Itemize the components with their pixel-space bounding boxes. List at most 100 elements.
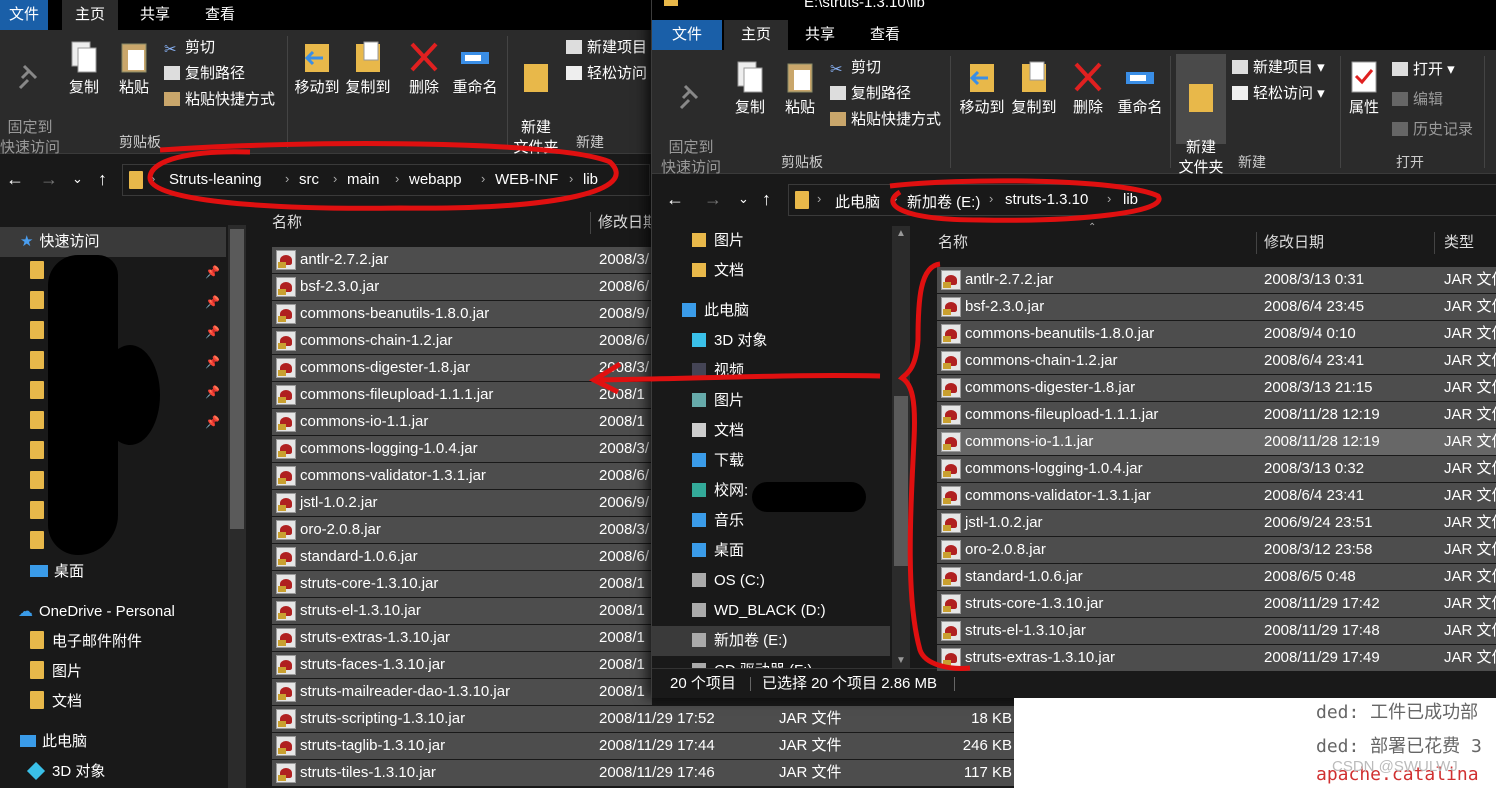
paste-button[interactable]: 粘贴 (778, 60, 822, 118)
rename-button[interactable]: 重命名 (450, 40, 500, 98)
copy-to-button[interactable]: 复制到 (343, 40, 393, 98)
paste-shortcut-button[interactable]: 粘贴快捷方式 (830, 110, 941, 130)
sidebar-item-pictures[interactable]: 图片 (0, 657, 226, 687)
copy-path-button[interactable]: 复制路径 (830, 84, 911, 104)
file-row[interactable]: standard-1.0.6.jar 2008/6/5 0:48 JAR 文件 (937, 564, 1496, 590)
forward-button[interactable]: → (40, 169, 58, 190)
sidebar-item[interactable]: 图片 (652, 226, 890, 256)
file-row[interactable]: commons-chain-1.2.jar 2008/6/ (272, 328, 652, 354)
sidebar-item[interactable]: OS (C:) (652, 566, 890, 596)
sidebar-item-desktop[interactable]: 桌面 (0, 557, 226, 587)
file-row[interactable]: struts-faces-1.3.10.jar 2008/1 (272, 652, 652, 678)
file-row[interactable]: struts-mailreader-dao-1.3.10.jar 2008/1 (272, 679, 652, 705)
breadcrumb-item[interactable]: lib (1123, 191, 1138, 208)
scroll-down-icon[interactable]: ▼ (896, 655, 906, 666)
sidebar-item[interactable]: 图片 (652, 386, 890, 416)
file-row[interactable]: struts-el-1.3.10.jar 2008/1 (272, 598, 652, 624)
sidebar-item-documents[interactable]: 文档 (0, 687, 226, 717)
cut-button[interactable]: ✂ 剪切 (164, 38, 215, 58)
properties-button[interactable]: 属性 (1344, 60, 1384, 118)
sidebar-scrollbar[interactable]: ▲ ▼ (892, 226, 910, 668)
sidebar-item[interactable]: 下载 (652, 446, 890, 476)
sidebar-item-this-pc[interactable]: 此电脑 (0, 727, 226, 757)
column-header-modified[interactable]: 修改日期 (598, 208, 658, 238)
copy-button[interactable]: 复制 (728, 60, 772, 118)
address-bar[interactable]: › 此电脑 › 新加卷 (E:) › struts-1.3.10 › lib (788, 184, 1496, 216)
new-folder-button[interactable]: 新建 文件夹 (1176, 54, 1226, 176)
file-row[interactable]: commons-fileupload-1.1.1.jar 2008/11/28 1… (937, 402, 1496, 428)
sidebar-item[interactable]: 文档 (652, 256, 890, 286)
tab-home[interactable]: 主页 (62, 0, 118, 30)
sidebar-item[interactable]: WD_BLACK (D:) (652, 596, 890, 626)
delete-button[interactable]: 删除 (1068, 60, 1108, 118)
scroll-up-icon[interactable]: ▲ (896, 228, 906, 239)
sidebar-item[interactable]: 桌面 (652, 536, 890, 566)
sidebar-item[interactable]: 3D 对象 (652, 326, 890, 356)
file-row[interactable]: commons-digester-1.8.jar 2008/3/ (272, 355, 652, 381)
file-row[interactable]: struts-taglib-1.3.10.jar 2008/11/29 17:44… (272, 733, 1018, 759)
file-row[interactable]: struts-tiles-1.3.10.jar 2008/11/29 17:46 J… (272, 760, 1018, 786)
sidebar-item-quick-access[interactable]: ★ 快速访问 (0, 227, 226, 257)
file-row[interactable]: commons-io-1.1.jar 2008/1 (272, 409, 652, 435)
file-row[interactable]: commons-beanutils-1.8.0.jar 2008/9/ (272, 301, 652, 327)
file-row[interactable]: commons-io-1.1.jar 2008/11/28 12:19 JAR 文件 (937, 429, 1496, 455)
rename-button[interactable]: 重命名 (1114, 60, 1166, 118)
column-header-type[interactable]: 类型 (1444, 228, 1474, 258)
file-row[interactable]: oro-2.0.8.jar 2008/3/ (272, 517, 652, 543)
sidebar-item[interactable]: CD 驱动器 (F:) (652, 656, 890, 668)
column-header-modified[interactable]: 修改日期 (1264, 228, 1324, 258)
breadcrumb-item[interactable]: lib (583, 171, 598, 188)
file-row[interactable]: commons-logging-1.0.4.jar 2008/3/13 0:32 J… (937, 456, 1496, 482)
edit-button[interactable]: 编辑 (1392, 90, 1443, 110)
file-row[interactable]: antlr-2.7.2.jar 2008/3/ (272, 247, 652, 273)
forward-button[interactable]: → (704, 189, 722, 210)
new-item-button[interactable]: 新建项目 (566, 38, 647, 58)
easy-access-button[interactable]: 轻松访问 ▾ (1232, 84, 1325, 104)
copy-button[interactable]: 复制 (62, 40, 106, 98)
file-row[interactable]: struts-core-1.3.10.jar 2008/1 (272, 571, 652, 597)
file-row[interactable]: commons-validator-1.3.1.jar 2008/6/ (272, 463, 652, 489)
breadcrumb-item[interactable]: WEB-INF (495, 171, 558, 188)
file-row[interactable]: struts-scripting-1.3.10.jar 2008/11/29 17… (272, 706, 1018, 732)
scrollbar-thumb[interactable] (230, 229, 244, 529)
copy-path-button[interactable]: 复制路径 (164, 64, 245, 84)
back-button[interactable]: ← (666, 189, 684, 210)
tab-view[interactable]: 查看 (852, 20, 918, 50)
file-row[interactable]: struts-extras-1.3.10.jar 2008/11/29 17:49… (937, 645, 1496, 671)
file-row[interactable]: struts-core-1.3.10.jar 2008/11/29 17:42 JA… (937, 591, 1496, 617)
column-header-name[interactable]: 名称 (938, 228, 968, 258)
tab-home[interactable]: 主页 (724, 20, 788, 50)
move-to-button[interactable]: 移动到 (956, 60, 1008, 118)
file-row[interactable]: commons-chain-1.2.jar 2008/6/4 23:41 JAR 文… (937, 348, 1496, 374)
up-button[interactable]: ↑ (98, 169, 107, 190)
file-row[interactable]: jstl-1.0.2.jar 2006/9/24 23:51 JAR 文件 (937, 510, 1496, 536)
tab-file[interactable]: 文件 (0, 0, 48, 30)
file-row[interactable]: bsf-2.3.0.jar 2008/6/ (272, 274, 652, 300)
address-bar[interactable]: › Struts-leaning › src › main › webapp ›… (122, 164, 650, 196)
file-row[interactable]: antlr-2.7.2.jar 2008/3/13 0:31 JAR 文件 (937, 267, 1496, 293)
tab-file[interactable]: 文件 (652, 20, 722, 50)
sidebar-item[interactable]: 新加卷 (E:) (652, 626, 890, 656)
breadcrumb-item[interactable]: struts-1.3.10 (1005, 191, 1088, 208)
file-row[interactable]: oro-2.0.8.jar 2008/3/12 23:58 JAR 文件 (937, 537, 1496, 563)
sidebar-item-email-attachments[interactable]: 电子邮件附件 (0, 627, 226, 657)
new-item-button[interactable]: 新建项目 ▾ (1232, 58, 1325, 78)
sidebar-item[interactable]: 此电脑 (652, 296, 890, 326)
file-row[interactable]: jstl-1.0.2.jar 2006/9/ (272, 490, 652, 516)
up-button[interactable]: ↑ (762, 189, 771, 210)
breadcrumb-item[interactable]: 此电脑 (835, 191, 880, 212)
sidebar-item-3d-objects[interactable]: 3D 对象 (0, 757, 226, 787)
breadcrumb-item[interactable]: src (299, 171, 319, 188)
recent-locations-chevron-icon[interactable]: ⌄ (72, 171, 83, 187)
sidebar-item[interactable]: 文档 (652, 416, 890, 446)
new-folder-button[interactable]: 新建 文件夹 (512, 40, 560, 158)
breadcrumb-item[interactable]: webapp (409, 171, 462, 188)
file-row[interactable]: commons-fileupload-1.1.1.jar 2008/1 (272, 382, 652, 408)
move-to-button[interactable]: 移动到 (292, 40, 342, 98)
file-row[interactable]: commons-validator-1.3.1.jar 2008/6/4 23:4… (937, 483, 1496, 509)
file-row[interactable]: struts-extras-1.3.10.jar 2008/1 (272, 625, 652, 651)
file-row[interactable]: struts-el-1.3.10.jar 2008/11/29 17:48 JAR … (937, 618, 1496, 644)
tab-share[interactable]: 共享 (790, 20, 850, 50)
delete-button[interactable]: 删除 (404, 40, 444, 98)
paste-button[interactable]: 粘贴 (112, 40, 156, 98)
